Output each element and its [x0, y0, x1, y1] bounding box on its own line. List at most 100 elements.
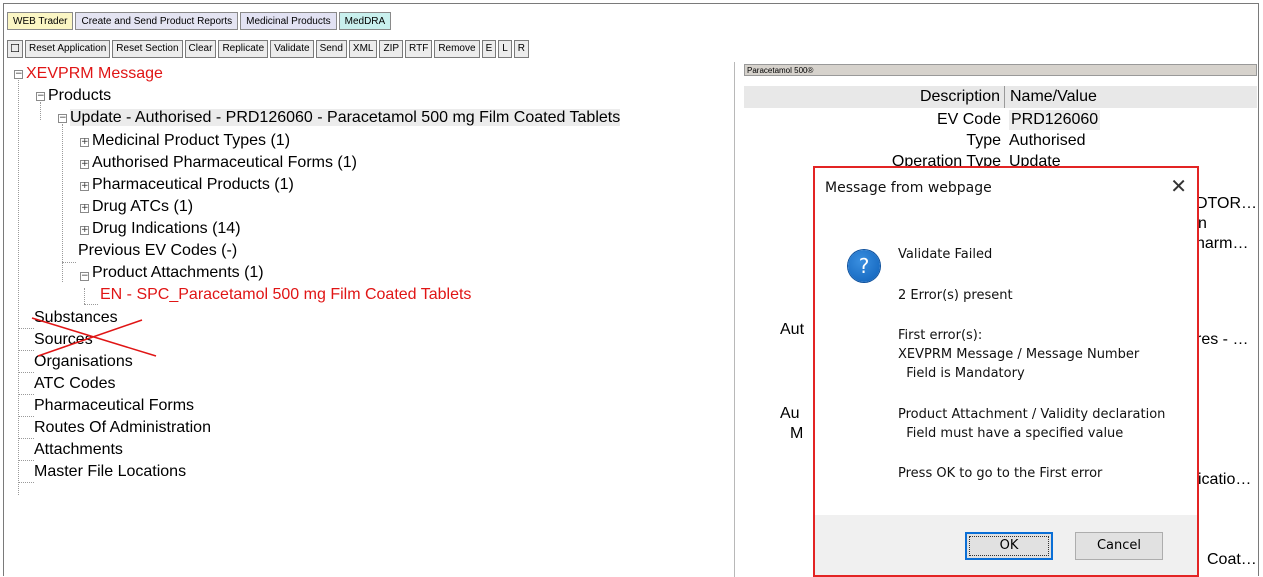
dialog-message-line: Field is Mandatory: [898, 366, 1025, 381]
detail-row-label: EV Code: [936, 111, 1001, 128]
detail-text-fragment: M: [790, 425, 804, 442]
tree-node-label: Pharmaceutical Products (1): [92, 176, 294, 193]
tree-node-attachment-spc[interactable]: EN - SPC_Paracetamol 500 mg Film Coated …: [100, 285, 471, 305]
dialog-message-line: Press OK to go to the First error: [898, 466, 1103, 481]
tree-node-products[interactable]: Products: [48, 86, 111, 106]
tree-connector: [84, 304, 98, 305]
question-icon: ?: [848, 250, 880, 282]
module-tabs: WEB Trader Create and Send Product Repor…: [7, 12, 392, 32]
tree-node-label: Drug ATCs (1): [92, 198, 194, 215]
tree-node-attachments[interactable]: Attachments: [34, 440, 123, 460]
send-button[interactable]: Send: [315, 40, 347, 58]
validate-button[interactable]: Validate: [270, 40, 314, 58]
tree-node-medicinal-product-types[interactable]: Medicinal Product Types (1): [92, 131, 290, 151]
expand-toggle-icon[interactable]: +: [80, 226, 89, 235]
tree-node-authorised-pharmaceutical-forms[interactable]: Authorised Pharmaceutical Forms (1): [92, 153, 357, 173]
message-dialog: Message from webpage ✕ ? Validate Failed…: [813, 166, 1199, 577]
collapse-toggle-icon[interactable]: −: [58, 114, 67, 123]
cancel-button[interactable]: Cancel: [1075, 532, 1163, 560]
tree-node-label: Authorised Pharmaceutical Forms (1): [92, 154, 357, 171]
tree-node-label: Drug Indications (14): [92, 220, 241, 237]
tree-connector: [84, 288, 85, 304]
reset-section-button[interactable]: Reset Section: [112, 40, 183, 58]
detail-text-fragment: DTOR…: [1196, 195, 1258, 212]
collapse-toggle-icon[interactable]: −: [14, 70, 23, 79]
dialog-message-line: 2 Error(s) present: [898, 288, 1013, 303]
collapse-toggle-icon[interactable]: −: [36, 92, 45, 101]
toolbar: ☐ Reset Application Reset Section Clear …: [7, 40, 530, 60]
detail-text-fragment: n: [1198, 215, 1207, 232]
r-button[interactable]: R: [513, 40, 530, 58]
tab-web-trader[interactable]: WEB Trader: [7, 12, 74, 30]
pane-divider[interactable]: [734, 62, 735, 577]
column-header-value: Name/Value: [1010, 88, 1097, 105]
tree-connector: [18, 394, 34, 395]
tree-connector: [18, 416, 34, 417]
ok-button[interactable]: OK: [965, 532, 1053, 560]
expand-toggle-icon[interactable]: +: [80, 204, 89, 213]
tree-connector: [18, 372, 34, 373]
detail-text-fragment: harm…: [1196, 235, 1249, 252]
reset-application-button[interactable]: Reset Application: [25, 40, 111, 58]
detail-row-label: Type: [966, 132, 1001, 149]
tree-connector: [18, 482, 34, 483]
close-icon[interactable]: ✕: [1170, 174, 1187, 198]
tree-node-label: XEVPRM Message: [26, 65, 163, 82]
column-header-description: Description: [744, 86, 1005, 108]
tree-node-label: Update - Authorised - PRD126060 - Parace…: [70, 109, 621, 126]
expand-toggle-icon[interactable]: +: [80, 160, 89, 169]
tree-node-label: Previous EV Codes (-): [78, 242, 238, 259]
tree-node-pharmaceutical-forms[interactable]: Pharmaceutical Forms: [34, 396, 194, 416]
tree-node-label: Products: [48, 87, 112, 104]
zip-button[interactable]: ZIP: [379, 40, 404, 58]
dialog-message-line: Field must have a specified value: [898, 426, 1124, 441]
tree-node-master-file-locations[interactable]: Master File Locations: [34, 462, 186, 482]
dialog-message-line: Validate Failed: [898, 247, 993, 262]
tree-node-label: Routes Of Administration: [34, 419, 211, 436]
xml-button[interactable]: XML: [348, 40, 378, 58]
tree-node-label: Attachments: [34, 441, 123, 458]
expand-toggle-icon[interactable]: +: [80, 138, 89, 147]
tab-medicinal-products[interactable]: Medicinal Products: [240, 12, 337, 30]
tree-node-atc-codes[interactable]: ATC Codes: [34, 374, 116, 394]
tree-connector: [18, 438, 34, 439]
tree-node-label: EN - SPC_Paracetamol 500 mg Film Coated …: [100, 286, 472, 303]
detail-text-fragment: Aut: [780, 321, 805, 338]
rtf-button[interactable]: RTF: [405, 40, 433, 58]
tree-node-drug-atcs[interactable]: Drug ATCs (1): [92, 197, 193, 217]
tree-connector: [62, 124, 63, 282]
tree-node-routes-of-administration[interactable]: Routes Of Administration: [34, 418, 211, 438]
tree-connector: [18, 460, 34, 461]
tree-node-root[interactable]: XEVPRM Message: [26, 64, 163, 84]
l-button[interactable]: L: [498, 40, 512, 58]
select-checkbox-button[interactable]: ☐: [7, 40, 23, 58]
tree-node-label: Product Attachments (1): [92, 264, 264, 281]
strike-out-annotation: [31, 317, 157, 357]
tree-node-update[interactable]: Update - Authorised - PRD126060 - Parace…: [70, 108, 621, 128]
replicate-button[interactable]: Replicate: [218, 40, 269, 58]
dialog-title: Message from webpage: [825, 180, 992, 196]
dialog-message-line: First error(s):: [898, 328, 983, 343]
dialog-message-line: XEVPRM Message / Message Number: [898, 347, 1140, 362]
detail-text-fragment: icatio…: [1198, 471, 1252, 488]
clear-button[interactable]: Clear: [184, 40, 217, 58]
tree-node-previous-ev-codes[interactable]: Previous EV Codes (-): [78, 241, 237, 261]
detail-panel-title: Paracetamol 500®: [744, 64, 1257, 76]
tab-meddra[interactable]: MedDRA: [338, 12, 392, 30]
e-button[interactable]: E: [481, 40, 497, 58]
tree-connector: [62, 262, 76, 263]
tab-create-send-reports[interactable]: Create and Send Product Reports: [75, 12, 239, 30]
remove-button[interactable]: Remove: [434, 40, 480, 58]
collapse-toggle-icon[interactable]: −: [80, 272, 89, 281]
message-tree: − − − + + + + + − XEVPRM Message Product…: [14, 64, 734, 577]
detail-row-value: Authorised: [1009, 132, 1086, 149]
detail-text-fragment: Coat…: [1207, 551, 1257, 568]
tree-node-product-attachments[interactable]: Product Attachments (1): [92, 263, 264, 283]
detail-row-value: PRD126060: [1009, 110, 1101, 130]
tree-node-label: Pharmaceutical Forms: [34, 397, 195, 414]
tree-node-label: Master File Locations: [34, 463, 187, 480]
tree-node-pharmaceutical-products[interactable]: Pharmaceutical Products (1): [92, 175, 294, 195]
detail-text-fragment: Au: [780, 405, 800, 422]
tree-node-drug-indications[interactable]: Drug Indications (14): [92, 219, 241, 239]
expand-toggle-icon[interactable]: +: [80, 182, 89, 191]
